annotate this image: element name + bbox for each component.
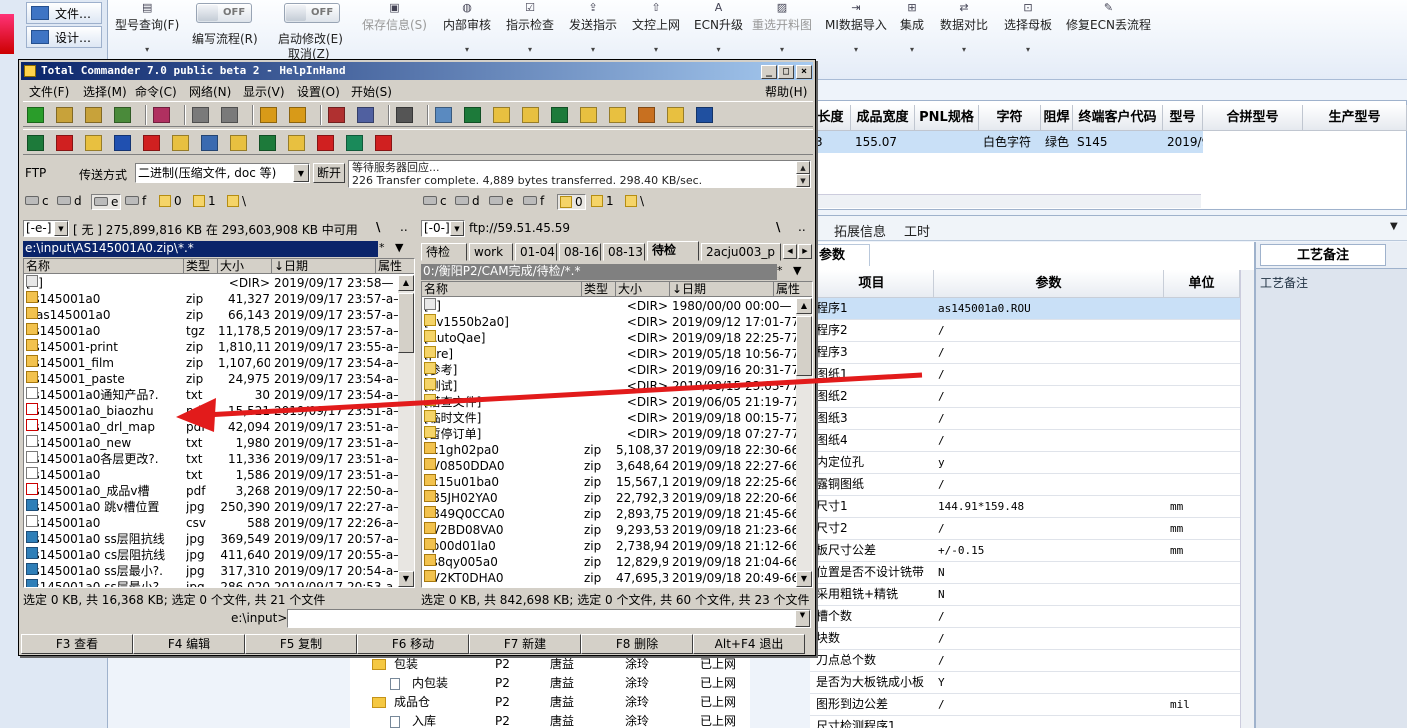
arrow-shaft bbox=[204, 372, 923, 418]
annotation-arrow bbox=[176, 372, 923, 432]
arrow-head bbox=[176, 398, 216, 432]
